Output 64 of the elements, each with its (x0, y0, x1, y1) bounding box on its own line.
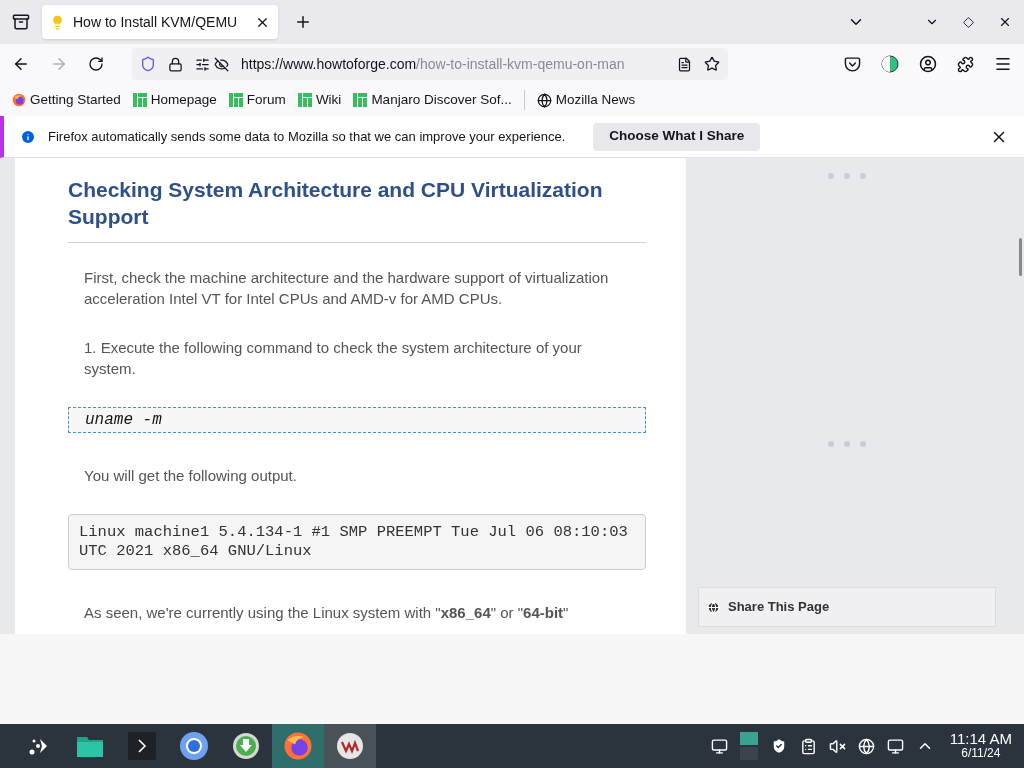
tab-list-icon[interactable] (12, 13, 30, 31)
chromium-icon (179, 731, 209, 761)
close-icon[interactable] (998, 15, 1012, 29)
address-bar[interactable]: https://www.howtoforge.com/how-to-install-kvm-qemu-on-man (132, 48, 728, 80)
reader-view-icon[interactable] (677, 56, 692, 72)
maximize-icon[interactable] (963, 16, 974, 28)
permissions-icon (195, 56, 210, 72)
manjaro-icon (228, 93, 243, 107)
bookmark-link[interactable]: Wiki (315, 89, 342, 111)
clipboard-icon[interactable] (799, 737, 817, 755)
manjaro-icon (132, 93, 147, 107)
tracking-icon (214, 56, 229, 72)
bookmark-link[interactable]: Homepage (150, 89, 217, 111)
volume-muted-icon[interactable] (828, 737, 846, 755)
shield-icon (140, 56, 156, 72)
vm-icon (336, 732, 364, 760)
pager-icon[interactable] (739, 732, 758, 760)
bookmark-link[interactable]: Manjaro Discover Sof... (371, 89, 512, 111)
bookmark-link[interactable]: Getting Started (30, 89, 121, 111)
paragraph: As seen, we're currently using the Linux system with "x86_64" or "64-bit" (84, 603, 570, 623)
bookmark-link[interactable]: Mozilla News (555, 89, 636, 111)
extensions-icon[interactable] (957, 55, 974, 73)
menu-icon[interactable] (994, 55, 1012, 73)
browser-tab[interactable]: How to Install KVM/QEMU (42, 5, 278, 39)
globe-icon (707, 600, 720, 614)
folder-icon (76, 734, 104, 758)
clock-date: 6/11/24 (961, 746, 1001, 761)
notification-message: Firefox automatically sends some data to Mozilla so that we can improve your experience. (48, 127, 566, 146)
globe-icon (536, 92, 552, 108)
account-icon[interactable] (919, 55, 937, 73)
lock-icon (168, 56, 183, 72)
firefox-icon (283, 731, 313, 761)
info-icon (20, 128, 36, 145)
command-block: uname -m (68, 407, 646, 433)
paragraph: You will get the following output. (84, 466, 298, 486)
display-icon[interactable] (886, 737, 904, 755)
network-icon[interactable] (857, 737, 875, 755)
article-heading: Checking System Architecture and CPU Virtualization Support (68, 177, 604, 230)
bookmark-link[interactable]: Forum (246, 89, 286, 111)
loading-icon (828, 441, 866, 447)
download-icon (232, 732, 260, 760)
clock-time: 11:14 AM (949, 731, 1012, 746)
pocket-icon[interactable] (844, 55, 861, 73)
manjaro-icon (353, 93, 368, 107)
taskbar-app[interactable] (324, 724, 376, 768)
paragraph: 1. Execute the following command to check the system architecture of your system. (84, 338, 583, 379)
show-desktop-icon[interactable] (710, 737, 728, 755)
paragraph: First, check the machine architecture and the hardware support of virtualization acceleration Intel VT for Intel CPUs and AMD-v for AMD CPUs. (84, 268, 610, 309)
manjaro-icon (297, 93, 312, 107)
firefox-icon (12, 93, 26, 107)
scrollbar-thumb[interactable] (1019, 238, 1022, 276)
loading-icon (828, 173, 866, 179)
tab-title: How to Install KVM/QEMU (73, 12, 239, 32)
contrast-icon[interactable] (881, 55, 899, 73)
terminal-icon (128, 732, 156, 760)
url-text: https://www.howtoforge.com/how-to-install-kvm-qemu-on-man (241, 54, 626, 74)
lightbulb-icon (50, 14, 65, 30)
back-icon[interactable] (12, 55, 30, 73)
output-block: Linux machine1 5.4.134-1 #1 SMP PREEMPT Tue Jul 06 08:10:03 UTC 2021 x86_64 GNU/Linux (68, 514, 646, 570)
share-title: Share This Page (728, 598, 830, 617)
new-tab-icon[interactable] (294, 13, 312, 31)
reload-icon[interactable] (88, 56, 104, 72)
choose-share-button[interactable]: Choose What I Share (593, 122, 761, 151)
bookmark-star-icon[interactable] (704, 56, 720, 72)
